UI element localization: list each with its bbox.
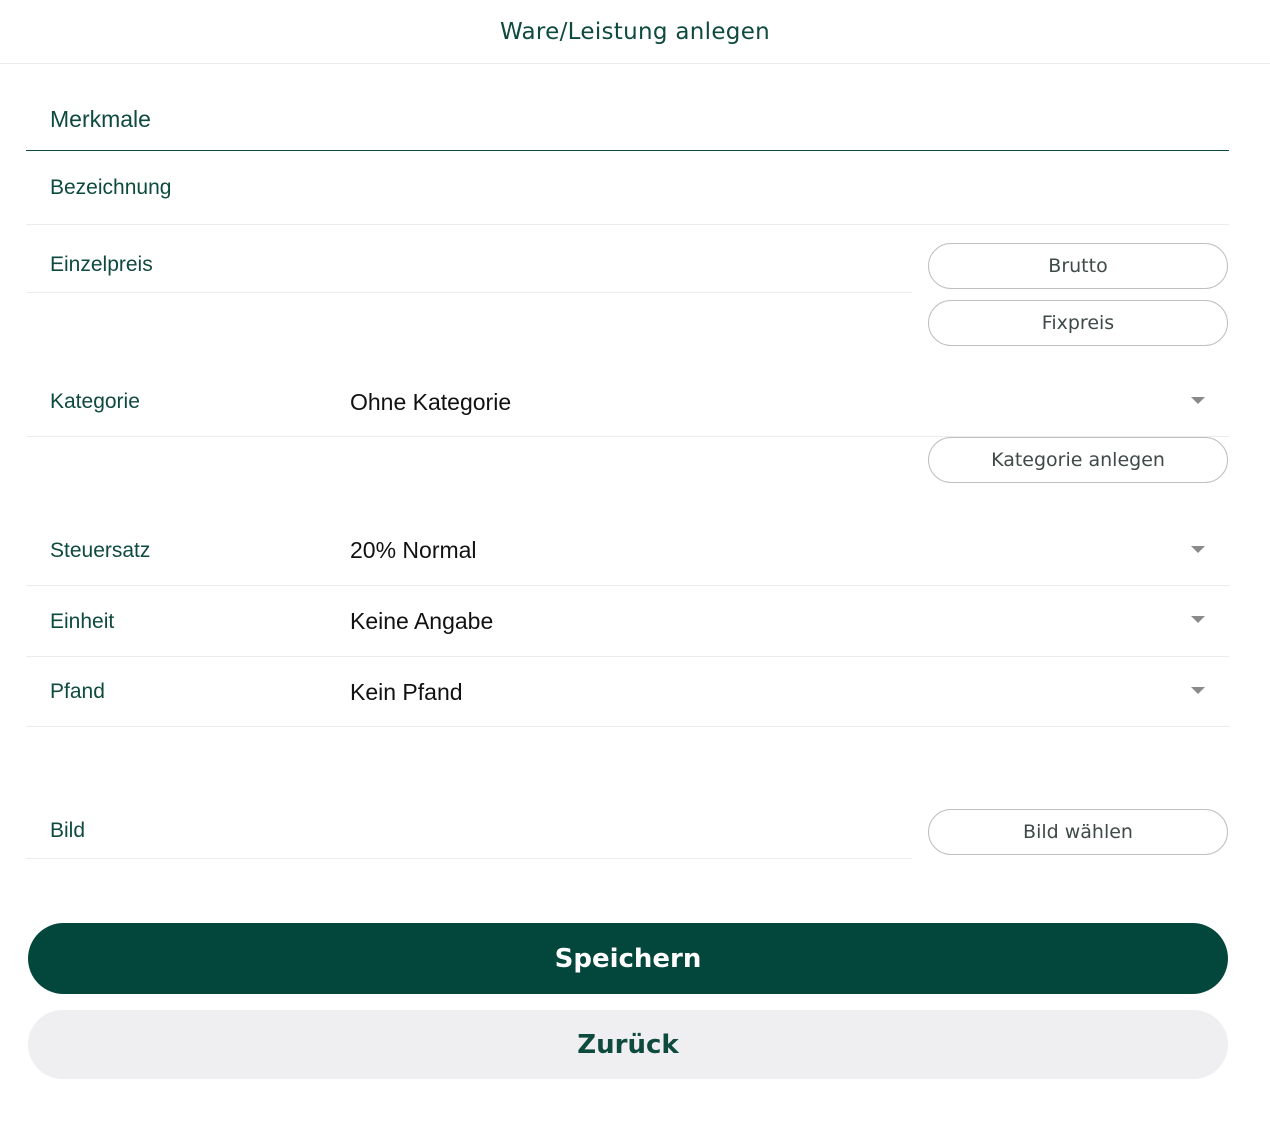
chevron-down-icon — [1191, 616, 1205, 623]
item-create-page: Ware/Leistung anlegen Merkmale Bezeichnu… — [0, 0, 1270, 1131]
pfand-label: Pfand — [50, 680, 105, 703]
zurueck-button[interactable]: Zurück — [28, 1010, 1228, 1079]
steuersatz-value: 20% Normal — [350, 537, 477, 563]
pfand-select[interactable]: Pfand Kein Pfand — [26, 658, 1229, 727]
bild-field: Bild — [26, 790, 912, 859]
bezeichnung-label: Bezeichnung — [50, 176, 172, 199]
speichern-button[interactable]: Speichern — [28, 923, 1228, 994]
einheit-value: Keine Angabe — [350, 608, 494, 634]
bild-waehlen-button[interactable]: Bild wählen — [928, 809, 1228, 855]
kategorie-select[interactable]: Kategorie Ohne Kategorie — [26, 366, 1229, 437]
chevron-down-icon — [1191, 546, 1205, 553]
einzelpreis-field[interactable]: Einzelpreis — [26, 226, 912, 293]
pfand-value: Kein Pfand — [350, 679, 463, 705]
kategorie-anlegen-button[interactable]: Kategorie anlegen — [928, 437, 1228, 483]
steuersatz-select[interactable]: Steuersatz 20% Normal — [26, 514, 1229, 586]
page-title: Ware/Leistung anlegen — [499, 18, 771, 45]
steuersatz-label: Steuersatz — [50, 539, 151, 562]
brutto-toggle-button[interactable]: Brutto — [928, 243, 1228, 289]
bild-label: Bild — [50, 819, 86, 842]
einheit-select[interactable]: Einheit Keine Angabe — [26, 587, 1229, 657]
einheit-label: Einheit — [50, 610, 115, 633]
bezeichnung-field[interactable]: Bezeichnung — [26, 152, 1229, 225]
einzelpreis-label: Einzelpreis — [50, 253, 153, 276]
section-title-merkmale: Merkmale — [26, 94, 1229, 151]
kategorie-label: Kategorie — [50, 390, 140, 413]
chevron-down-icon — [1191, 687, 1205, 694]
chevron-down-icon — [1191, 397, 1205, 404]
page-header: Ware/Leistung anlegen — [0, 0, 1270, 64]
kategorie-value: Ohne Kategorie — [350, 389, 512, 415]
fixpreis-toggle-button[interactable]: Fixpreis — [928, 300, 1228, 346]
